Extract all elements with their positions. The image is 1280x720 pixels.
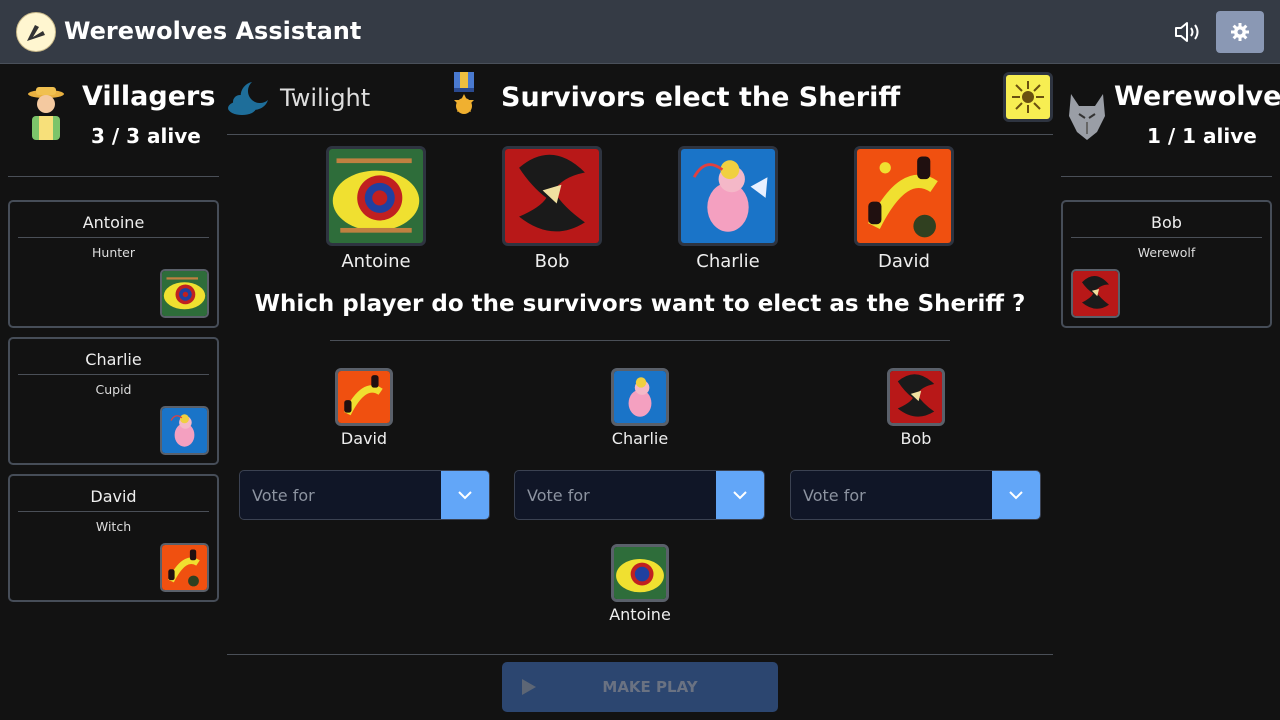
divider	[227, 134, 1053, 135]
player-card-david-large	[854, 146, 954, 246]
player-card-charlie: Charlie Cupid	[8, 337, 219, 465]
app-logo-icon	[16, 12, 56, 52]
witch-card-icon	[160, 543, 209, 592]
divider	[8, 176, 219, 177]
player-name: David	[878, 251, 930, 272]
player-card-antoine-large	[326, 146, 426, 246]
phase-label: Twilight	[280, 84, 371, 112]
player-card-bob-large	[502, 146, 602, 246]
voter-name: Antoine	[609, 605, 671, 624]
divider	[330, 340, 950, 341]
werewolf-card-icon	[1071, 269, 1120, 318]
player-card-bob: Bob Werewolf	[1061, 200, 1272, 328]
voter-card-david	[335, 368, 393, 426]
werewolves-alive-count: 1 / 1 alive	[1147, 124, 1257, 148]
sun-card-icon	[1003, 72, 1053, 122]
player-card-antoine: Antoine Hunter	[8, 200, 219, 328]
player-name: David	[90, 487, 137, 506]
divider	[1061, 176, 1272, 177]
vote-placeholder: Vote for	[803, 486, 866, 505]
make-play-label: MAKE PLAY	[602, 678, 698, 696]
player-name: Antoine	[82, 213, 145, 232]
player-role: Witch	[95, 519, 132, 534]
player-name: Charlie	[696, 251, 760, 272]
vote-placeholder: Vote for	[527, 486, 590, 505]
player-card-charlie-large	[678, 146, 778, 246]
player-role: Hunter	[92, 245, 135, 260]
werewolves-title: Werewolves	[1114, 81, 1280, 112]
player-name: Bob	[1151, 213, 1182, 232]
chevron-down-icon[interactable]	[441, 471, 489, 519]
villager-icon	[26, 86, 74, 142]
player-card-david: David Witch	[8, 474, 219, 602]
chevron-down-icon[interactable]	[992, 471, 1040, 519]
question-text: Which player do the survivors want to el…	[254, 291, 1026, 317]
hunter-card-icon	[160, 269, 209, 318]
app-title: Werewolves Assistant	[64, 17, 362, 45]
player-role: Werewolf	[1137, 245, 1196, 260]
player-name: Charlie	[85, 350, 142, 369]
gear-icon	[1231, 23, 1249, 41]
cupid-card-icon	[160, 406, 209, 455]
wolf-icon	[1067, 86, 1115, 142]
divider	[227, 654, 1053, 655]
voter-name: Bob	[900, 429, 932, 448]
vote-select-charlie[interactable]: Vote for	[514, 470, 765, 520]
make-play-button[interactable]: MAKE PLAY	[502, 662, 778, 712]
medal-icon	[450, 72, 478, 122]
voter-name: Charlie	[611, 429, 669, 448]
villagers-title: Villagers	[82, 81, 216, 112]
voter-card-bob	[887, 368, 945, 426]
top-bar: Werewolves Assistant	[0, 0, 1280, 64]
vote-placeholder: Vote for	[252, 486, 315, 505]
vote-select-bob[interactable]: Vote for	[790, 470, 1041, 520]
voter-card-charlie	[611, 368, 669, 426]
chevron-down-icon[interactable]	[716, 471, 764, 519]
moon-cloud-icon	[226, 80, 270, 116]
voter-name: David	[340, 429, 388, 448]
step-title: Survivors elect the Sheriff	[501, 82, 901, 113]
vote-select-david[interactable]: Vote for	[239, 470, 490, 520]
player-role: Cupid	[95, 382, 132, 397]
voter-card-antoine	[611, 544, 669, 602]
player-name: Antoine	[341, 251, 411, 272]
settings-button[interactable]	[1216, 11, 1264, 53]
speaker-icon[interactable]	[1172, 18, 1204, 46]
villagers-alive-count: 3 / 3 alive	[91, 124, 201, 148]
player-name: Bob	[534, 251, 570, 272]
